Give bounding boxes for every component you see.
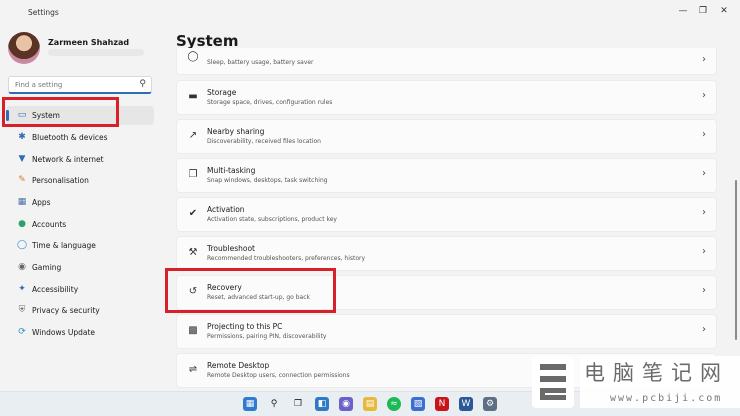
settings-card-activation[interactable]: ✔ Activation Activation state, subscript…: [176, 197, 717, 232]
sidebar-item-label: Apps: [32, 198, 51, 207]
card-title: Storage: [207, 88, 237, 97]
card-subtitle: Activation state, subscriptions, product…: [207, 216, 337, 223]
widgets-icon[interactable]: ◧: [315, 397, 329, 411]
windows-start-icon[interactable]: ▦: [243, 397, 257, 411]
settings-card-troubleshoot[interactable]: ⚒ Troubleshoot Recommended troubleshoote…: [176, 236, 717, 271]
scrollbar[interactable]: [735, 180, 737, 340]
wrench-icon: ⚒: [188, 247, 198, 258]
sidebar-item-label: Bluetooth & devices: [32, 133, 108, 142]
settings-card-multitasking[interactable]: ❐ Multi-tasking Snap windows, desktops, …: [176, 158, 717, 193]
watermark-logo: [532, 356, 574, 408]
settings-card-storage[interactable]: ▬ Storage Storage space, drives, configu…: [176, 80, 717, 115]
window-title: Settings: [28, 8, 59, 17]
card-subtitle: Remote Desktop users, connection permiss…: [207, 372, 350, 379]
accessibility-icon: ✦: [18, 284, 26, 294]
close-icon[interactable]: ✕: [713, 3, 735, 19]
chevron-right-icon: ›: [702, 54, 706, 65]
chevron-right-icon: ›: [702, 246, 706, 257]
remote-icon: ⇌: [188, 364, 198, 375]
search-icon: ⚲: [139, 79, 146, 89]
storage-icon: ▬: [188, 91, 198, 102]
projector-icon: ▩: [188, 325, 198, 336]
chevron-right-icon: ›: [702, 90, 706, 101]
avatar[interactable]: [8, 32, 40, 64]
brush-icon: ✎: [18, 175, 26, 185]
gamepad-icon: ◉: [18, 262, 26, 272]
card-title: Multi-tasking: [207, 166, 256, 175]
sidebar-item-bluetooth[interactable]: ✱ Bluetooth & devices: [6, 128, 154, 147]
sidebar-item-windows-update[interactable]: ⟳ Windows Update: [6, 323, 154, 342]
settings-card-nearby-sharing[interactable]: ↗ Nearby sharing Discoverability, receiv…: [176, 119, 717, 154]
card-subtitle: Storage space, drives, configuration rul…: [207, 99, 333, 106]
profile-name: Zarmeen Shahzad: [48, 38, 130, 47]
sidebar-item-apps[interactable]: ▦ Apps: [6, 193, 154, 212]
power-icon: ◯: [187, 51, 199, 62]
card-title: Troubleshoot: [207, 244, 255, 253]
sidebar-item-personalisation[interactable]: ✎ Personalisation: [6, 171, 154, 190]
sidebar-item-label: Network & internet: [32, 155, 104, 164]
sidebar-item-time-language[interactable]: ◯ Time & language: [6, 236, 154, 255]
watermark-text: 电脑笔记网: [580, 356, 740, 390]
store-icon[interactable]: ▧: [411, 397, 425, 411]
chevron-right-icon: ›: [702, 129, 706, 140]
card-subtitle: Permissions, pairing PIN, discoverabilit…: [207, 333, 327, 340]
watermark-url: www.pcbiji.com: [580, 390, 740, 408]
sidebar-item-accounts[interactable]: ● Accounts: [6, 215, 154, 234]
sidebar-item-gaming[interactable]: ◉ Gaming: [6, 258, 154, 277]
card-subtitle: Snap windows, desktops, task switching: [207, 177, 328, 184]
sidebar-item-label: Time & language: [32, 241, 96, 250]
chevron-right-icon: ›: [702, 324, 706, 335]
card-title: Nearby sharing: [207, 127, 265, 136]
spotify-icon[interactable]: ≈: [387, 397, 401, 411]
check-circle-icon: ✔: [188, 208, 198, 219]
sidebar-item-label: Accessibility: [32, 285, 79, 294]
bluetooth-icon: ✱: [18, 132, 26, 142]
profile-email-redacted: [48, 49, 144, 56]
settings-icon[interactable]: ⚙: [483, 397, 497, 411]
card-title: Remote Desktop: [207, 361, 270, 370]
sidebar-item-label: Accounts: [32, 220, 67, 229]
chevron-right-icon: ›: [702, 207, 706, 218]
share-icon: ↗: [188, 130, 198, 141]
settings-card-projecting[interactable]: ▩ Projecting to this PC Permissions, pai…: [176, 314, 717, 349]
sidebar-item-network[interactable]: ▼ Network & internet: [6, 150, 154, 169]
search-input[interactable]: Find a setting ⚲: [8, 76, 152, 94]
minimize-icon[interactable]: —: [672, 3, 694, 19]
sidebar-item-label: Gaming: [32, 263, 62, 272]
search-icon[interactable]: ⚲: [267, 397, 281, 411]
card-subtitle: Recommended troubleshooters, preferences…: [207, 255, 366, 262]
chevron-right-icon: ›: [702, 168, 706, 179]
sidebar-item-label: Windows Update: [32, 328, 96, 337]
settings-card-power[interactable]: ◯ Sleep, battery usage, battery saver ›: [176, 48, 717, 75]
card-title: Activation: [207, 205, 245, 214]
highlight-box-recovery: [165, 268, 336, 313]
sidebar-item-accessibility[interactable]: ✦ Accessibility: [6, 280, 154, 299]
shield-icon: ⛨: [18, 305, 26, 315]
apps-icon: ▦: [17, 197, 27, 207]
search-placeholder: Find a setting: [15, 81, 63, 89]
card-title: Projecting to this PC: [207, 322, 283, 331]
word-icon[interactable]: W: [459, 397, 473, 411]
sidebar-item-privacy[interactable]: ⛨ Privacy & security: [6, 301, 154, 320]
sidebar-item-label: Personalisation: [32, 176, 89, 185]
multitask-icon: ❐: [188, 169, 198, 180]
netflix-icon[interactable]: N: [435, 397, 449, 411]
sidebar-item-label: Privacy & security: [32, 306, 100, 315]
maximize-icon[interactable]: ❐: [692, 3, 714, 19]
task-view-icon[interactable]: ❐: [291, 397, 305, 411]
chat-icon[interactable]: ◉: [339, 397, 353, 411]
file-explorer-icon[interactable]: ▤: [363, 397, 377, 411]
globe-icon: ◯: [16, 240, 28, 250]
chevron-right-icon: ›: [702, 285, 706, 296]
person-icon: ●: [18, 219, 26, 229]
card-subtitle: Discoverability, received files location: [207, 138, 321, 145]
update-icon: ⟳: [18, 327, 26, 337]
card-subtitle: Sleep, battery usage, battery saver: [207, 59, 314, 66]
wifi-icon: ▼: [18, 154, 26, 164]
title-bar: Settings — ❐ ✕: [0, 0, 740, 28]
highlight-box-system: [2, 97, 119, 127]
